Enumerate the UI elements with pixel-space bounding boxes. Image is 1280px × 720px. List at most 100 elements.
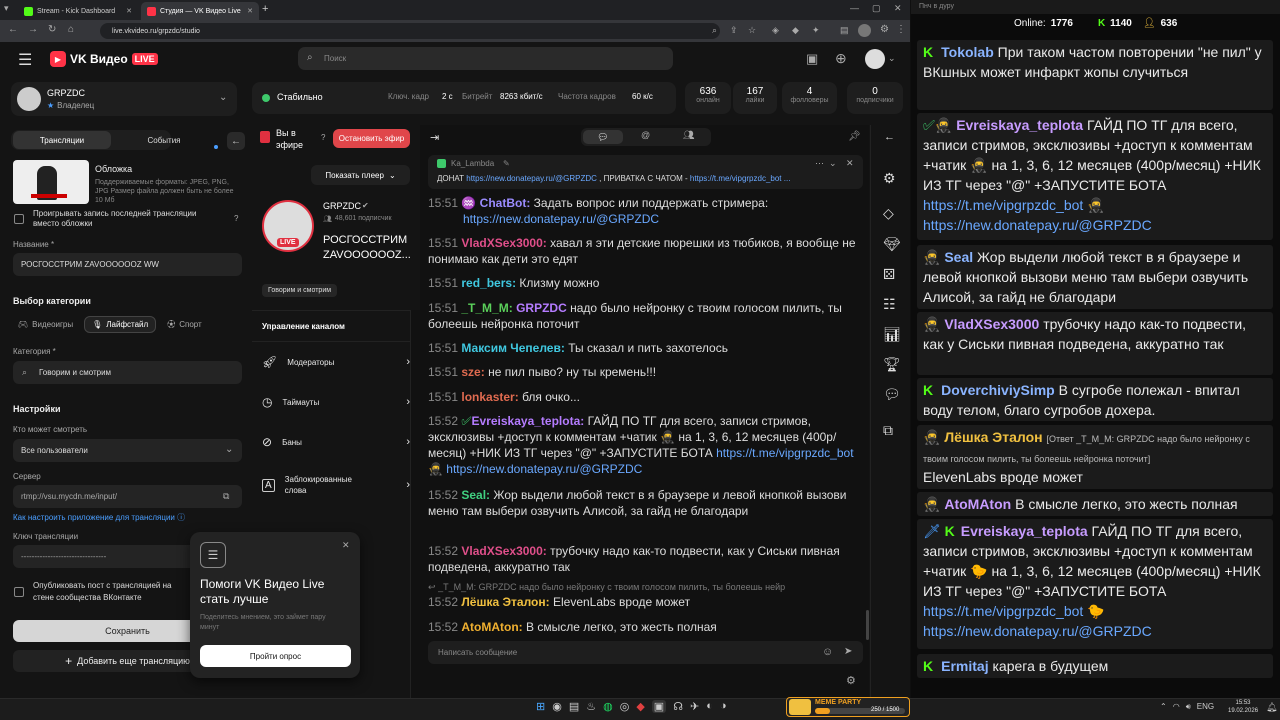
clock[interactable]: 15:53 19.02.2026 xyxy=(1228,699,1258,715)
message-author[interactable]: AtoMAton: xyxy=(461,620,522,634)
tray-chevron-icon[interactable]: ⌃ xyxy=(1160,702,1167,712)
menu-blocked-words[interactable]: A Заблокированные слова › xyxy=(252,465,410,505)
reload-icon[interactable]: ↻ xyxy=(48,24,56,35)
chat-tab-mentions-icon[interactable]: @ xyxy=(641,130,650,140)
tab-list-icon[interactable]: ▾ xyxy=(4,3,9,14)
help-icon[interactable]: ? xyxy=(234,214,238,223)
url-field[interactable]: live.vkvideo.ru/grpzdc/studio xyxy=(100,23,720,39)
app-icon[interactable]: ◆ xyxy=(636,700,644,713)
tab-videogames[interactable]: 🎮︎ Видеоигры xyxy=(13,316,78,333)
studio-icon[interactable]: ▣ xyxy=(806,51,818,67)
who-can-watch-select[interactable]: Все пользователи ⌄ xyxy=(13,439,242,462)
profile-avatar[interactable] xyxy=(858,24,871,37)
tab-broadcasts[interactable]: Трансляции xyxy=(13,131,111,149)
howto-link[interactable]: Как настроить приложение для трансляции … xyxy=(13,512,185,523)
vk-logo[interactable]: ▶ VK Видео LIVE xyxy=(50,51,158,67)
window-close-icon[interactable]: ✕ xyxy=(894,3,902,14)
bookmark-icon[interactable]: ☆ xyxy=(748,25,756,36)
hamburger-menu-icon[interactable]: ☰ xyxy=(18,50,32,70)
home-icon[interactable]: ⌂ xyxy=(68,24,74,35)
publish-checkbox[interactable] xyxy=(14,587,24,597)
copy-icon[interactable]: ⧉ xyxy=(223,491,229,502)
message-author[interactable]: Максим Чепелев: xyxy=(461,341,564,355)
sidebar-icon[interactable]: ▤ xyxy=(840,25,849,36)
windows-start-icon[interactable]: ⊞ xyxy=(536,700,545,713)
user-avatar[interactable] xyxy=(865,49,885,69)
pin-icon[interactable]: 📌︎ xyxy=(848,131,861,142)
message-author[interactable]: VladXSex3000: xyxy=(461,236,546,250)
emoji-icon[interactable]: ☺ xyxy=(822,646,833,658)
discord-icon[interactable]: ☊ xyxy=(673,700,683,713)
message-author[interactable]: Seal: xyxy=(461,488,490,502)
stop-stream-button[interactable]: Остановить эфир xyxy=(333,129,410,148)
message-link[interactable]: https://t.me/vipgrpzdc_bot xyxy=(716,446,853,460)
menu-bans[interactable]: ⊘ Баны › xyxy=(252,422,410,462)
collapse-left-button[interactable]: ← xyxy=(227,132,245,150)
add-icon[interactable]: ⊕ xyxy=(835,50,847,67)
diamond-icon[interactable]: ◇ xyxy=(883,205,894,222)
message-author[interactable]: red_bers: xyxy=(461,276,516,290)
message-link[interactable]: https://new.donatepay.ru/@GRPZDC xyxy=(463,212,659,226)
chat-bubble-icon[interactable]: 💬︎ xyxy=(883,386,901,403)
close-icon[interactable]: ✕ xyxy=(846,158,854,169)
spotify-icon[interactable]: ◍ xyxy=(603,700,613,713)
chevron-down-icon[interactable]: ⌄ xyxy=(888,53,896,64)
message-author[interactable]: ChatBot: xyxy=(480,196,531,210)
show-player-button[interactable]: Показать плеер ⌄ xyxy=(311,165,410,185)
chat-tab-messages-icon[interactable]: 💬︎ xyxy=(583,130,623,144)
pinned-link[interactable]: https://t.me/vipgrpzdc_bot ... xyxy=(690,174,791,183)
message-author[interactable]: _T_M_M: xyxy=(461,301,512,315)
chat-tab-users-icon[interactable]: 👥︎ xyxy=(683,130,694,141)
active-app-icon[interactable]: ▣ xyxy=(651,700,667,713)
tab-kick[interactable]: Stream - Kick Dashboard ✕ xyxy=(18,2,138,20)
chat-scrollbar[interactable] xyxy=(866,610,869,640)
gem-icon[interactable]: 💎︎ xyxy=(883,236,901,253)
search-input[interactable]: ⌕ Поиск xyxy=(298,47,673,70)
arrow-left-icon[interactable]: ← xyxy=(884,131,895,143)
reply-preview[interactable]: ↩ _T_M_M: GRPZDC надо было нейронку с тв… xyxy=(428,581,860,593)
chevron-down-icon[interactable]: ⌄ xyxy=(829,158,837,169)
menu-moderators[interactable]: 🚀︎ Модераторы › xyxy=(252,342,410,382)
help-icon[interactable]: ? xyxy=(321,133,325,142)
tab-sport[interactable]: ⚽︎ Спорт xyxy=(162,316,207,333)
share-icon[interactable]: ⇪ xyxy=(730,25,738,36)
trophy-icon[interactable]: 🏆︎ xyxy=(883,356,901,373)
overlay-icon[interactable]: ⧉ xyxy=(883,422,893,439)
send-icon[interactable]: ➤ xyxy=(844,646,852,657)
take-survey-button[interactable]: Пройти опрос xyxy=(200,645,351,667)
tab-lifestyle[interactable]: 🎙︎ Лайфстайл xyxy=(84,316,157,333)
stream-name-input[interactable]: РОСГОССТРИМ ZAVOOOOOOZ WW xyxy=(13,253,242,276)
message-author[interactable]: lonkaster: xyxy=(461,390,518,404)
close-tab-icon[interactable]: ✕ xyxy=(247,7,253,15)
message-link[interactable]: https://new.donatepay.ru/@GRPZDC xyxy=(446,462,642,476)
account-selector[interactable]: GRPZDC ★ Владелец ⌄ xyxy=(11,82,237,116)
back-icon[interactable]: ← xyxy=(8,24,18,35)
language-indicator[interactable]: ENG xyxy=(1197,702,1214,712)
forward-icon[interactable]: → xyxy=(28,24,38,35)
tab-vk-studio[interactable]: Студия — VK Видео Live ✕ xyxy=(141,2,259,20)
obs-icon[interactable]: ◎ xyxy=(620,700,630,713)
message-author[interactable]: sze: xyxy=(461,365,484,379)
expand-chat-icon[interactable]: ⇥ xyxy=(430,131,439,144)
app-icon[interactable]: ◑ xyxy=(720,700,727,713)
maximize-icon[interactable]: ▢ xyxy=(872,3,881,14)
extension-icon[interactable]: ◆ xyxy=(792,25,799,36)
message-author[interactable]: Evreiskaya_teplota: xyxy=(472,414,585,428)
app-icon[interactable]: ◐ xyxy=(706,700,713,713)
new-tab-icon[interactable]: + xyxy=(262,3,268,15)
menu-icon[interactable]: ⋮ xyxy=(896,24,906,35)
volume-icon[interactable]: 🔊︎ xyxy=(1186,702,1191,712)
list-icon[interactable]: ☷ xyxy=(883,296,896,313)
steam-icon[interactable]: ♨ xyxy=(586,700,596,713)
message-author[interactable]: Лёшка Эталон: xyxy=(461,595,549,609)
column-divider[interactable] xyxy=(410,310,420,698)
explorer-icon[interactable]: ▤ xyxy=(569,700,579,713)
zoom-icon[interactable]: ⌕ xyxy=(712,25,717,36)
message-mention[interactable]: GRPZDC xyxy=(516,301,567,315)
tab-events[interactable]: События xyxy=(118,131,210,149)
more-icon[interactable]: ⋯ xyxy=(815,158,824,169)
telegram-icon[interactable]: ✈ xyxy=(690,700,699,713)
category-input[interactable]: ⌕ Говорим и смотрим xyxy=(13,361,242,384)
close-icon[interactable]: ✕ xyxy=(342,540,350,551)
replay-checkbox[interactable] xyxy=(14,214,24,224)
